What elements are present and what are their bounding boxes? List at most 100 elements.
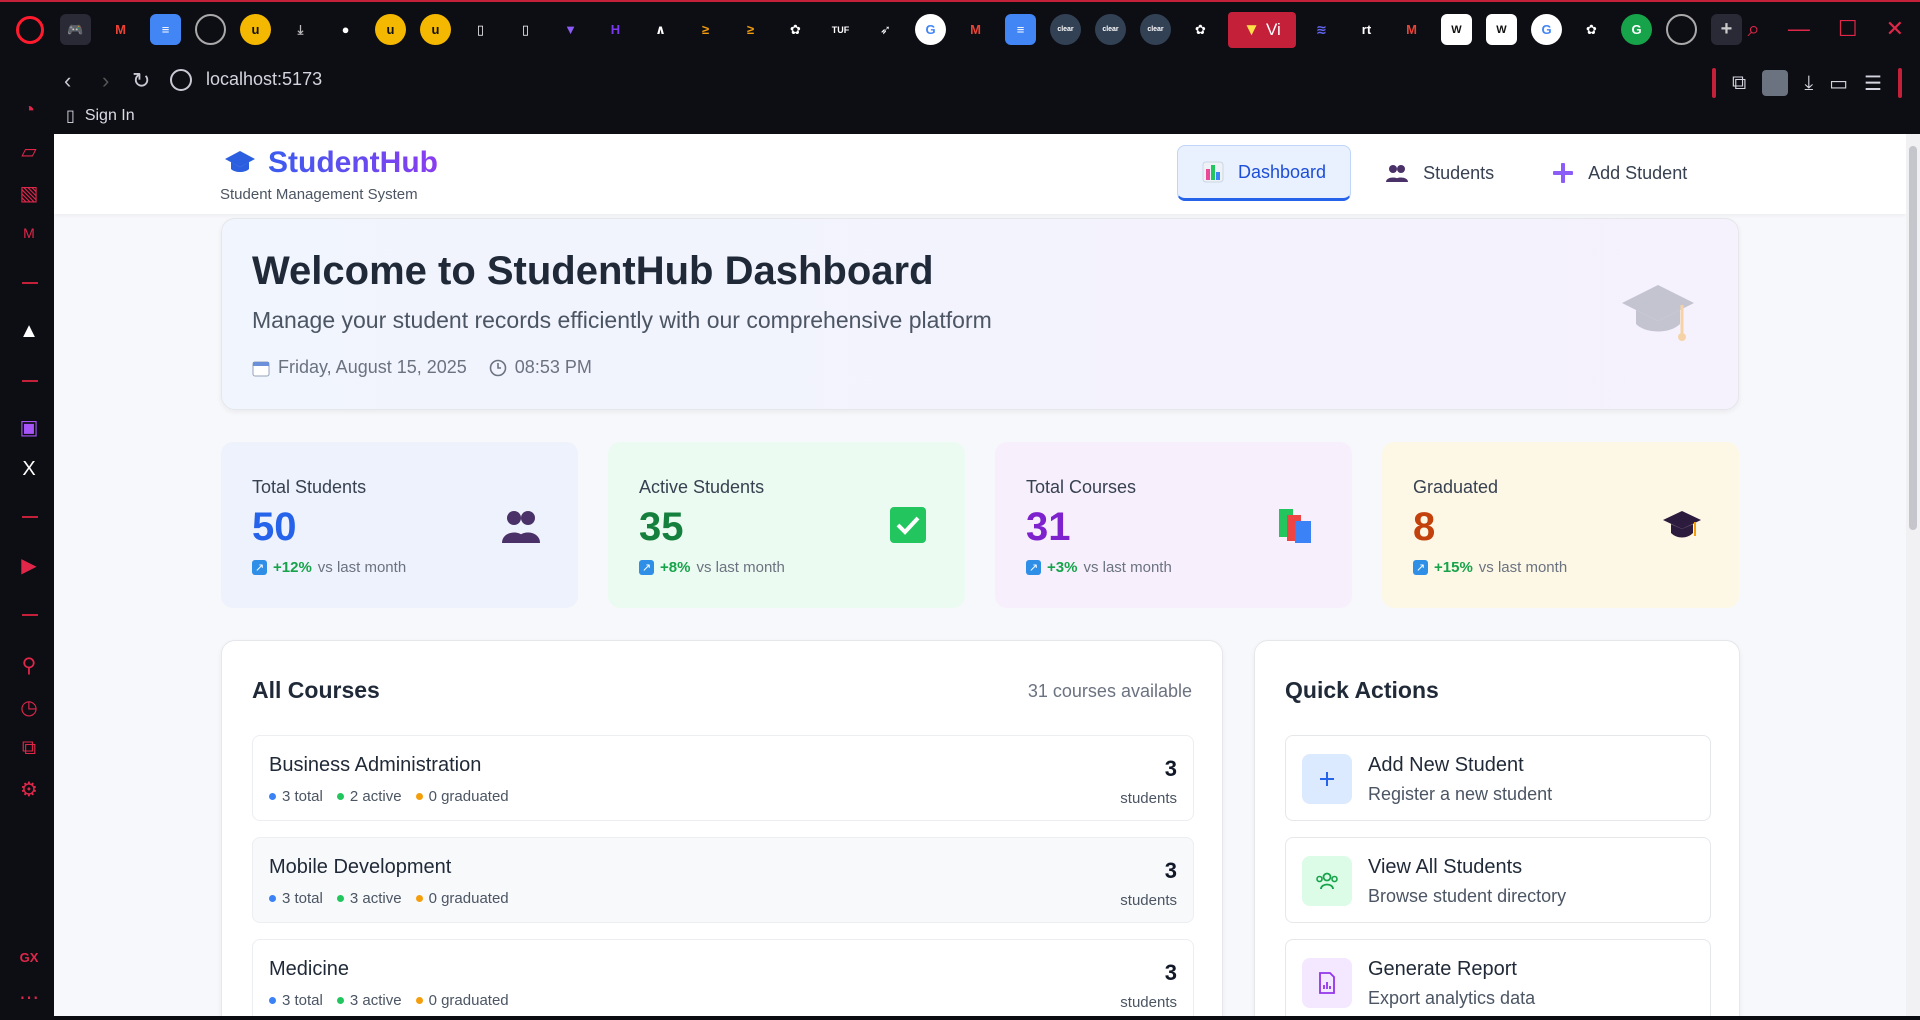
download-tab-icon[interactable]: ⤓ [285,14,316,45]
twitch-icon[interactable]: ▣ [18,416,40,439]
opera-logo-icon[interactable] [16,16,44,44]
window-controls: ⌕ — ☐ ✕ [1748,16,1905,42]
stat-trend: ↗ +8% vs last month [639,559,785,576]
menu-icon[interactable]: ☰ [1864,71,1882,96]
date-text: Friday, August 15, 2025 [278,357,467,377]
pin-icon[interactable]: ⚲ [18,654,40,677]
tab-favicon[interactable]: clear [1050,14,1081,45]
extensions-icon[interactable]: ⧉ [18,737,40,759]
tab-favicon[interactable]: u [240,14,271,45]
tab-favicon[interactable]: u [420,14,451,45]
player-icon[interactable]: ▶ [18,554,40,577]
trend-up-icon: ↗ [1026,560,1041,575]
logo[interactable]: StudentHub [224,146,438,180]
trend-up-icon: ↗ [639,560,654,575]
settings-icon[interactable]: ⚙ [18,778,40,801]
messenger-icon[interactable]: M [18,222,40,244]
more-icon[interactable]: ⋯ [18,986,40,1009]
stat-trend-pct: +3% [1047,559,1078,576]
openai-tab-icon[interactable]: ✿ [780,14,811,45]
github-tab-icon[interactable]: ● [330,14,361,45]
stat-trend-pct: +15% [1434,559,1473,576]
rocket-tab-icon[interactable]: ➶ [870,14,901,45]
file-tab-icon[interactable]: ▯ [510,14,541,45]
back-icon[interactable]: ‹ [64,68,71,94]
course-student-count: 3 [1164,756,1177,781]
history-icon[interactable]: ◷ [18,696,40,719]
workspace-icon[interactable]: ▱ [18,140,40,163]
google-tab-icon[interactable]: G [915,14,946,45]
tab-favicon[interactable]: 🎮 [60,14,91,45]
quick-action-subtitle: Browse student directory [1368,886,1567,906]
gmail-tab-icon[interactable]: M [105,14,136,45]
course-student-unit: students [1120,994,1177,1011]
app-title: StudentHub [268,146,438,179]
tab-favicon[interactable]: ≥ [735,14,766,45]
x-icon[interactable]: X [18,458,40,480]
active-tab[interactable]: ▼ Vi [1228,12,1296,48]
file-tab-icon[interactable]: ▯ [465,14,496,45]
clock-icon [489,359,507,376]
speed-dial-icon[interactable]: ◔ [18,99,40,121]
bookmark-sign-in[interactable]: ▯ Sign In [66,106,135,126]
toolbar-divider [1898,68,1902,98]
tab-favicon[interactable]: u [375,14,406,45]
quick-action-subtitle: Register a new student [1368,784,1553,804]
gx-icon[interactable]: GX [18,946,40,968]
bookmark-bar: ▯ Sign In [54,104,1920,134]
grammarly-tab-icon[interactable]: G [1621,14,1652,45]
tab-favicon[interactable]: rt [1351,14,1382,45]
nav-add-student[interactable]: Add Student [1528,145,1711,201]
gmail-tab-icon[interactable]: M [960,14,991,45]
gx-corner-icon[interactable]: ▧ [18,182,40,205]
page-scrollbar[interactable] [1906,134,1920,1016]
tab-favicon[interactable]: ≋ [1306,14,1337,45]
app-icon[interactable]: ▲ [18,320,40,342]
battery-icon[interactable]: ▭ [1829,71,1848,96]
view-all-students-button[interactable]: View All Students Browse student directo… [1285,837,1711,923]
reload-icon[interactable]: ↻ [132,68,150,94]
minimize-icon[interactable]: — [1788,16,1810,42]
course-stats: 3 total 3 active 0 graduated [269,992,509,1009]
tab-favicon[interactable] [195,14,226,45]
course-item[interactable]: Business Administration 3 total 2 active… [252,735,1194,821]
sidebar-divider [22,380,38,382]
tab-favicon[interactable]: W [1486,14,1517,45]
course-item[interactable]: Medicine 3 total 3 active 0 graduated 3 … [252,939,1194,1016]
course-student-count: 3 [1164,960,1177,985]
scrollbar-thumb[interactable] [1909,146,1917,530]
tab-favicon[interactable]: clear [1140,14,1171,45]
maximize-icon[interactable]: ☐ [1838,16,1858,42]
new-tab-button[interactable]: + [1711,14,1742,45]
forward-icon[interactable]: › [102,68,109,94]
tab-favicon[interactable]: ≥ [690,14,721,45]
toolbar-divider [1712,68,1717,98]
tab-strip: 🎮 M ≡ u ⤓ ● u u ▯ ▯ ▼ H ∧ ≥ ≥ ✿ TUF ➶ G … [60,14,1216,45]
quick-action-title: Generate Report [1368,958,1517,980]
tab-favicon[interactable]: H [600,14,631,45]
add-new-student-button[interactable]: Add New Student Register a new student [1285,735,1711,821]
vite-tab-icon[interactable]: ▼ [555,14,586,45]
gmail-tab-icon[interactable]: M [1396,14,1427,45]
course-item[interactable]: Mobile Development 3 total 3 active 0 gr… [252,837,1194,923]
tab-favicon[interactable]: ∧ [645,14,676,45]
download-icon[interactable]: ⤓ [1804,72,1813,95]
profile-avatar[interactable] [1762,70,1789,96]
google-tab-icon[interactable]: G [1531,14,1562,45]
openai-tab-icon[interactable]: ✿ [1576,14,1607,45]
close-icon[interactable]: ✕ [1886,16,1904,42]
nav-students[interactable]: Students [1361,145,1518,201]
search-icon[interactable]: ⌕ [1748,16,1760,42]
tab-favicon[interactable]: clear [1095,14,1126,45]
tab-favicon[interactable]: W [1441,14,1472,45]
openai-tab-icon[interactable]: ✿ [1185,14,1216,45]
url-field[interactable]: localhost:5173 [206,69,322,90]
tab-favicon[interactable] [1666,14,1697,45]
generate-report-button[interactable]: Generate Report Export analytics data [1285,939,1711,1016]
nav-dashboard[interactable]: Dashboard [1177,145,1352,201]
docs-tab-icon[interactable]: ≡ [150,14,181,45]
tab-favicon[interactable]: TUF [825,14,856,45]
extensions-icon[interactable]: ⧉ [1732,72,1746,95]
browser-sidebar: ◔ ▱ ▧ M ▲ ▣ X ▶ ⚲ ◷ ⧉ ⚙ GX ⋯ [0,94,54,1020]
docs-tab-icon[interactable]: ≡ [1005,14,1036,45]
